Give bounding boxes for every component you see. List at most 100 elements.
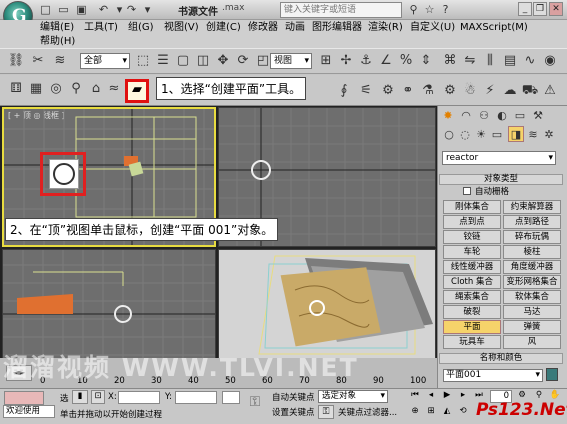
autogrid-checkbox[interactable]	[463, 187, 471, 195]
toy-car-icon[interactable]: ⛟	[520, 81, 540, 101]
align-icon[interactable]: ⫼	[480, 51, 500, 71]
name-color-header[interactable]: 名称和颜色	[439, 353, 563, 364]
menu-views[interactable]: 视图(V)	[164, 22, 199, 34]
wind-icon[interactable]: ☁	[500, 81, 520, 101]
named-selection-icon[interactable]: ⌘	[440, 51, 460, 71]
y-coordinate-input[interactable]	[175, 391, 217, 404]
hinge-icon[interactable]: ⚙	[378, 81, 398, 101]
category-dropdown[interactable]: reactor	[442, 151, 556, 165]
close-button[interactable]: ✕	[549, 2, 563, 16]
menu-customize[interactable]: 自定义(U)	[410, 22, 455, 34]
pivot-center-icon[interactable]: ⊞	[316, 51, 336, 71]
selection-filter-dropdown[interactable]: 全部	[80, 53, 130, 69]
cameras-icon[interactable]: ▭	[490, 128, 504, 142]
cloth-collection-icon[interactable]: ▦	[26, 79, 46, 99]
menu-rendering[interactable]: 渲染(R)	[368, 22, 403, 34]
motor-icon[interactable]: ⚡	[480, 81, 500, 101]
select-manipulate-icon[interactable]: ✢	[336, 51, 356, 71]
angle-snap-icon[interactable]: ∠	[376, 51, 396, 71]
lock-selection-icon[interactable]: ▮	[72, 390, 88, 404]
point-to-point-icon[interactable]: ⚭	[398, 81, 418, 101]
ref-coord-dropdown[interactable]: 视图	[270, 53, 312, 69]
viewport-left[interactable]	[2, 249, 216, 359]
absolute-mode-icon[interactable]: ⊡	[91, 390, 105, 404]
object-type-button[interactable]: 车轮	[443, 245, 501, 259]
spacewarps-icon[interactable]: ≋	[526, 128, 540, 142]
water-icon[interactable]: ≈	[104, 79, 124, 99]
object-type-button[interactable]: 角度缓冲器	[503, 260, 561, 274]
hierarchy-tab-icon[interactable]: ⚇	[476, 108, 492, 124]
material-editor-icon[interactable]: ◉	[540, 51, 560, 71]
select-move-icon[interactable]: ✥	[213, 51, 233, 71]
helpers-icon[interactable]: ◨	[508, 126, 524, 142]
shapes-icon[interactable]: ◌	[458, 128, 472, 142]
curve-editor-icon[interactable]: ∿	[520, 51, 540, 71]
zoom-extents-icon[interactable]: ⊞	[424, 406, 438, 419]
menu-group[interactable]: 组(G)	[128, 22, 154, 34]
key-filter-dropdown[interactable]: 选定对象	[318, 390, 388, 403]
restore-button[interactable]: ❐	[533, 2, 547, 16]
help-icon[interactable]: ?	[438, 3, 453, 17]
display-tab-icon[interactable]: ▭	[512, 108, 528, 124]
menu-animation[interactable]: 动画	[285, 22, 305, 34]
object-name-input[interactable]: 平面001	[443, 369, 543, 382]
prismatic-icon[interactable]: ⚗	[418, 81, 438, 101]
object-type-button[interactable]: 平面	[443, 320, 501, 334]
viewport-perspective[interactable]	[218, 249, 436, 359]
z-coordinate-input[interactable]	[222, 391, 240, 404]
select-object-icon[interactable]: ⬚	[133, 51, 153, 71]
search-icon[interactable]: ⚲	[406, 3, 421, 17]
redo-dropdown-icon[interactable]: ▾	[140, 3, 155, 17]
car-wheel-icon[interactable]: ⚙	[440, 81, 460, 101]
select-by-name-icon[interactable]: ☰	[153, 51, 173, 71]
star-icon[interactable]: ☆	[422, 3, 437, 17]
menu-graph-editors[interactable]: 图形编辑器	[312, 22, 362, 34]
object-type-button[interactable]: 铰链	[443, 230, 501, 244]
object-type-button[interactable]: 点到点	[443, 215, 501, 229]
ragdoll-icon[interactable]: ☃	[460, 81, 480, 101]
window-crossing-icon[interactable]: ◫	[193, 51, 213, 71]
object-type-header[interactable]: 对象类型	[439, 174, 563, 185]
object-type-button[interactable]: Cloth 集合	[443, 275, 501, 289]
save-file-icon[interactable]: ▣	[74, 3, 89, 17]
unlink-icon[interactable]: ✂	[28, 51, 48, 71]
object-type-button[interactable]: 风	[503, 335, 561, 349]
set-key-button[interactable]: 设置关键点	[272, 406, 315, 418]
rope-icon[interactable]: ⚲	[66, 79, 86, 99]
object-type-button[interactable]: 变形网格集合	[503, 275, 561, 289]
select-rotate-icon[interactable]: ⟳	[233, 51, 253, 71]
snap-toggle-icon[interactable]: ⚓	[356, 51, 376, 71]
menu-create[interactable]: 创建(C)	[206, 22, 241, 34]
spring-icon[interactable]: ∮	[334, 81, 354, 101]
rigid-body-icon[interactable]: ⚅	[6, 79, 26, 99]
minimize-button[interactable]: _	[518, 2, 532, 16]
object-type-button[interactable]: 碎布玩偶	[503, 230, 561, 244]
zoom-all-icon[interactable]: ⊕	[408, 406, 422, 419]
modify-tab-icon[interactable]: ◠	[458, 108, 474, 124]
spinner-snap-icon[interactable]: ⇕	[416, 51, 436, 71]
object-type-button[interactable]: 马达	[503, 305, 561, 319]
object-type-button[interactable]: 软体集合	[503, 290, 561, 304]
systems-icon[interactable]: ✲	[542, 128, 556, 142]
link-icon[interactable]: ⛓	[6, 51, 26, 71]
set-key-icon[interactable]: ⚿	[318, 405, 334, 419]
object-type-button[interactable]: 绳索集合	[443, 290, 501, 304]
create-plane-button[interactable]: ▰	[125, 79, 149, 103]
menu-modifiers[interactable]: 修改器	[248, 22, 278, 34]
object-type-button[interactable]: 刚体集合	[443, 200, 501, 214]
percent-snap-icon[interactable]: %	[396, 51, 416, 71]
deform-mesh-icon[interactable]: ⌂	[86, 79, 106, 99]
fov-icon[interactable]: ◭	[440, 406, 454, 419]
new-file-icon[interactable]: □	[38, 3, 53, 17]
object-type-button[interactable]: 棱柱	[503, 245, 561, 259]
object-color-swatch[interactable]	[546, 368, 558, 381]
object-type-button[interactable]: 点到路径	[503, 215, 561, 229]
orbit-icon[interactable]: ⟲	[456, 406, 470, 419]
geometry-icon[interactable]: ○	[442, 128, 456, 142]
menu-help[interactable]: 帮助(H)	[40, 36, 75, 48]
soft-body-icon[interactable]: ◎	[46, 79, 66, 99]
next-frame-icon[interactable]: ▸	[456, 390, 470, 403]
redo-icon[interactable]: ↷	[124, 3, 139, 17]
key-mode-icon[interactable]: ⚿	[246, 392, 264, 412]
play-icon[interactable]: ▶	[440, 390, 454, 403]
